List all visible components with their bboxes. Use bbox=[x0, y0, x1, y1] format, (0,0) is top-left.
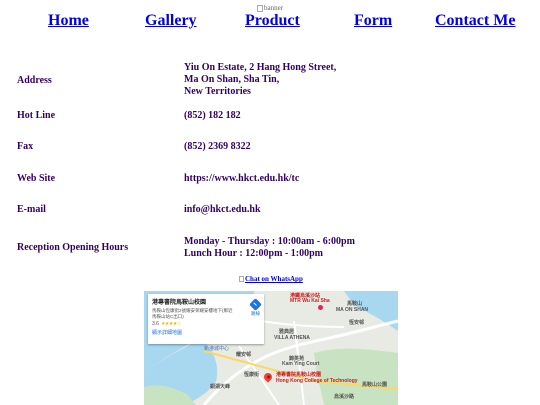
rating-value: 3.6 bbox=[152, 321, 159, 327]
contact-info-table: Address Yiu On Estate, 2 Hang Hong Stree… bbox=[17, 60, 517, 270]
map-label-sunshine: 銀湖天峰 bbox=[210, 384, 231, 390]
broken-image-icon bbox=[239, 276, 244, 282]
hotline-label: Hot Line bbox=[17, 110, 56, 121]
place-rating: 3.6 ★★★★☆ bbox=[152, 321, 260, 327]
table-row: Web Site https://www.hkct.edu.hk/tc bbox=[17, 162, 517, 194]
hours-value: Monday - Thursday : 10:00am - 6:00pm Lun… bbox=[184, 225, 517, 270]
map-label-yiu-on: 耀安邨 bbox=[236, 352, 252, 358]
main-nav: Home Gallery Product Form Contact Me bbox=[0, 12, 540, 32]
nav-gallery-link[interactable]: Gallery bbox=[145, 12, 197, 30]
map-label-hang-on: 恆安邨 bbox=[349, 320, 365, 326]
banner-alt-text: banner bbox=[264, 4, 284, 12]
map-label-ma-on-shan-park: 馬鞍山公園 bbox=[362, 382, 388, 388]
map-label-hang-hong: 恆康街 bbox=[244, 372, 260, 378]
whatsapp-chat-link[interactable]: Chat on WhatsApp bbox=[239, 275, 303, 283]
address-label: Address bbox=[17, 74, 52, 86]
hotline-value: (852) 182 182 bbox=[184, 110, 241, 121]
address-line: New Territories bbox=[184, 86, 251, 97]
table-row: Hot Line (852) 182 182 bbox=[17, 100, 517, 131]
broken-image-icon bbox=[257, 4, 263, 12]
google-map-embed[interactable]: 港專書院馬鞍山校園 馬鞍山恆康街2號耀安邨耀安樓地下(鄰近馬鞍山站C出口) 3.… bbox=[144, 291, 398, 405]
map-label-kam-ying-court: Kam Ying Court bbox=[282, 361, 320, 367]
fax-value: (852) 2369 8322 bbox=[184, 141, 251, 152]
map-label-ma-on-shan: 馬鞍山 bbox=[347, 301, 363, 307]
hours-label: Reception Opening Hours bbox=[17, 242, 129, 253]
address-value: Yiu On Estate, 2 Hang Hong Street, Ma On… bbox=[184, 60, 517, 100]
map-label-ma-on-shan-en: MA ON SHAN bbox=[336, 307, 369, 313]
email-value: info@hkct.edu.hk bbox=[184, 204, 261, 215]
directions-label: 路線 bbox=[251, 311, 260, 316]
hours-line: Lunch Hour : 12:00pm - 1:00pm bbox=[184, 247, 323, 259]
table-row: Address Yiu On Estate, 2 Hang Hong Stree… bbox=[17, 60, 517, 100]
email-label: E-mail bbox=[17, 204, 46, 215]
address-line: Ma On Shan, Sha Tin, bbox=[184, 74, 280, 85]
website-value: https://www.hkct.edu.hk/tc bbox=[184, 172, 300, 184]
map-label-wu-kai-sha-road: 烏溪沙路 bbox=[334, 394, 355, 400]
address-line: Yiu On Estate, 2 Hang Hong Street, bbox=[184, 62, 337, 73]
directions-icon bbox=[249, 298, 262, 311]
directions-button[interactable]: 路線 bbox=[249, 298, 262, 317]
map-label-college: 港專書院馬鞍山校園 bbox=[276, 372, 322, 378]
place-address: 馬鞍山恆康街2號耀安邨耀安樓地下(鄰近馬鞍山站C出口) bbox=[152, 308, 233, 319]
map-label-top-poi-en: MTR Wu Kai Sha bbox=[290, 298, 330, 304]
rating-stars: ★★★★☆ bbox=[160, 321, 181, 327]
place-title: 港專書院馬鞍山校園 bbox=[152, 300, 207, 306]
hours-line: Monday - Thursday : 10:00am - 6:00pm bbox=[184, 235, 355, 247]
place-info-card: 港專書院馬鞍山校園 馬鞍山恆康街2號耀安邨耀安樓地下(鄰近馬鞍山站C出口) 3.… bbox=[148, 294, 264, 344]
map-label-college-en: Hong Kong College of Technology bbox=[276, 378, 358, 384]
view-larger-map-link[interactable]: 顯示詳細地圖 bbox=[152, 329, 260, 336]
map-green-hills bbox=[314, 348, 398, 405]
fax-label: Fax bbox=[17, 141, 34, 152]
nav-contact-link[interactable]: Contact Me bbox=[435, 12, 515, 30]
table-row: Reception Opening Hours Monday - Thursda… bbox=[17, 225, 517, 270]
map-label-mos-plaza: 新港城中心 bbox=[204, 346, 230, 352]
nav-form-link[interactable]: Form bbox=[354, 12, 392, 30]
table-row: E-mail info@hkct.edu.hk bbox=[17, 194, 517, 225]
map-label-villa-athena-en: VILLA ATHENA bbox=[274, 335, 310, 341]
website-label: Web Site bbox=[17, 172, 56, 184]
whatsapp-alt-text: Chat on WhatsApp bbox=[245, 275, 303, 283]
nav-home-link[interactable]: Home bbox=[48, 12, 89, 30]
nav-product-link[interactable]: Product bbox=[245, 12, 300, 30]
map-label-villa-athena: 雅典居 bbox=[279, 329, 295, 335]
transit-icon[interactable] bbox=[318, 305, 323, 310]
table-row: Fax (852) 2369 8322 bbox=[17, 131, 517, 162]
